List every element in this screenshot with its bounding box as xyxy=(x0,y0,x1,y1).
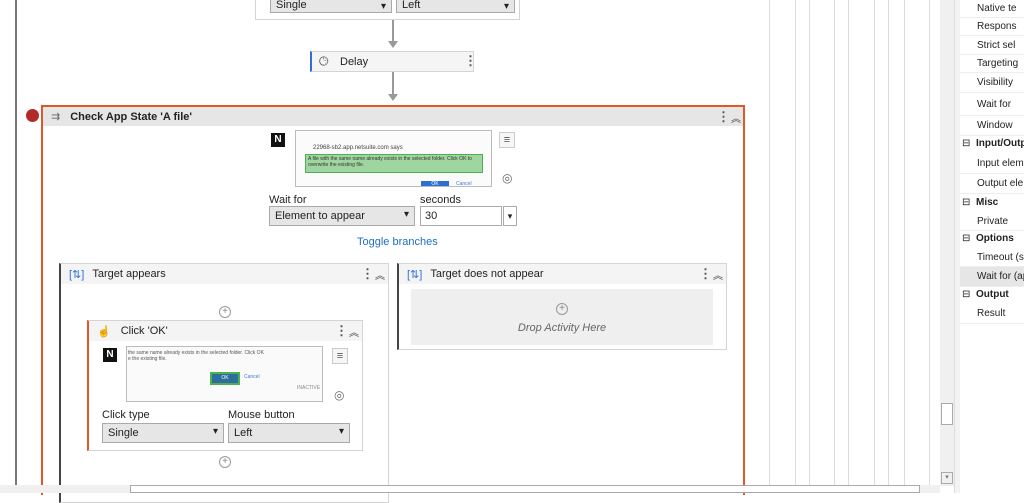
click-icon: ☝ xyxy=(97,325,111,338)
property-row[interactable]: Window xyxy=(960,116,1024,136)
target-not-appear-branch: [⇅] Target does not appear ⋮ ︽ + Drop Ac… xyxy=(397,263,727,350)
collapse-icon[interactable]: ︽ xyxy=(731,110,741,125)
horizontal-scrollbar[interactable] xyxy=(0,485,940,493)
property-row[interactable]: Native te xyxy=(960,0,1024,18)
netsuite-app-icon: N xyxy=(271,133,285,147)
category-input-output[interactable]: Input/Outp xyxy=(960,138,1024,149)
breakpoint-icon[interactable] xyxy=(26,109,39,122)
arrow-head xyxy=(388,94,398,101)
branch-icon: [⇅] xyxy=(407,268,423,281)
property-row[interactable]: Result xyxy=(960,304,1024,324)
target-screenshot: 22968-sb2.app.netsuite.com says A file w… xyxy=(295,130,492,187)
wait-for-select[interactable]: Element to appear xyxy=(269,206,415,226)
guide-line xyxy=(809,0,810,486)
property-row[interactable]: Visibility xyxy=(960,73,1024,93)
property-row[interactable]: Targeting xyxy=(960,55,1024,73)
more-options-icon[interactable]: ⋮ xyxy=(361,266,374,282)
property-row[interactable]: Strict sel xyxy=(960,36,1024,55)
property-row[interactable]: Private xyxy=(960,212,1024,231)
clock-icon: 🕒︎ xyxy=(319,54,329,68)
property-row[interactable]: Wait for xyxy=(960,93,1024,116)
activity-header: ⇉ Check App State 'A file' xyxy=(43,107,743,126)
branch-icon: [⇅] xyxy=(69,268,85,281)
guide-line xyxy=(795,0,796,486)
arrow-head xyxy=(388,41,398,48)
click-type-label: Click type xyxy=(102,409,150,421)
delay-title: Delay xyxy=(340,56,369,68)
activity-title: Check App State 'A file' xyxy=(70,110,192,123)
connector-arrow xyxy=(392,72,394,95)
seconds-label: seconds xyxy=(420,194,461,206)
guide-line xyxy=(929,0,930,486)
mouse-button-select[interactable]: Left xyxy=(396,0,515,13)
more-options-icon[interactable]: ⋮ xyxy=(335,323,348,339)
click-type-select[interactable]: Single xyxy=(102,423,224,443)
category-misc[interactable]: Misc xyxy=(960,197,1024,208)
target-screenshot: the same name already exists in the sele… xyxy=(126,346,323,402)
category-output[interactable]: Output xyxy=(960,289,1024,300)
guide-line xyxy=(834,0,835,486)
scroll-down-button[interactable]: ▾ xyxy=(941,472,953,484)
target-icon[interactable]: ◎ xyxy=(334,388,344,402)
guide-line xyxy=(904,0,905,486)
add-activity-icon[interactable]: + xyxy=(219,306,231,318)
add-activity-icon: + xyxy=(556,303,568,315)
guide-line xyxy=(848,0,849,486)
activity-header: ☝ Click 'OK' xyxy=(89,321,362,341)
vertical-scrollbar[interactable]: ▾ xyxy=(940,0,954,486)
toggle-branches-link[interactable]: Toggle branches xyxy=(357,236,438,248)
collapse-icon[interactable]: ︽ xyxy=(713,267,723,282)
seconds-dropdown-button[interactable]: ▾ xyxy=(503,206,517,226)
seconds-input[interactable]: 30 xyxy=(420,206,502,226)
click-type-select[interactable]: Single xyxy=(270,0,392,13)
collapse-icon[interactable]: ︽ xyxy=(349,324,359,339)
target-icon[interactable]: ◎ xyxy=(502,171,512,185)
more-options-icon[interactable]: ⋮ xyxy=(699,266,712,282)
drop-zone[interactable]: + Drop Activity Here xyxy=(411,289,713,345)
menu-icon[interactable]: ≡ xyxy=(499,132,515,148)
property-row[interactable]: Output ele xyxy=(960,174,1024,194)
h-scroll-thumb[interactable] xyxy=(130,485,920,493)
scroll-thumb[interactable] xyxy=(941,403,953,425)
branch-header: [⇅] Target appears xyxy=(61,264,388,284)
branch-header: [⇅] Target does not appear xyxy=(399,264,726,284)
property-row[interactable]: Input elem xyxy=(960,154,1024,174)
menu-icon[interactable]: ≡ xyxy=(332,348,348,364)
mouse-button-label: Mouse button xyxy=(228,409,295,421)
mouse-button-select[interactable]: Left xyxy=(228,423,350,443)
canvas-left-border xyxy=(15,0,17,486)
check-state-icon: ⇉ xyxy=(51,111,61,123)
more-options-icon[interactable]: ⋮ xyxy=(717,109,730,125)
click-ok-activity[interactable]: ☝ Click 'OK' ⋮ ︽ N the same name already… xyxy=(87,320,363,451)
wait-for-label: Wait for xyxy=(269,194,307,206)
guide-line xyxy=(874,0,875,486)
more-options-icon[interactable]: ⋮ xyxy=(464,53,477,69)
category-options[interactable]: Options xyxy=(960,233,1024,244)
add-activity-icon[interactable]: + xyxy=(219,456,231,468)
property-row[interactable]: Wait for (ap xyxy=(960,267,1024,287)
property-row[interactable]: Timeout (s xyxy=(960,248,1024,267)
guide-line xyxy=(888,0,889,486)
netsuite-app-icon: N xyxy=(103,348,117,362)
previous-activity-card: Single Left xyxy=(255,0,520,20)
property-row[interactable]: Respons xyxy=(960,18,1024,36)
collapse-icon[interactable]: ︽ xyxy=(375,267,385,282)
target-appears-branch: [⇅] Target appears ⋮ ︽ + ☝ Click 'OK' ⋮ … xyxy=(59,263,389,503)
check-app-state-activity[interactable]: ⇉ Check App State 'A file' ⋮ ︽ N 22968-s… xyxy=(41,105,745,503)
guide-line xyxy=(769,0,770,486)
delay-activity[interactable]: 🕒︎ Delay ⋮ xyxy=(310,51,477,72)
